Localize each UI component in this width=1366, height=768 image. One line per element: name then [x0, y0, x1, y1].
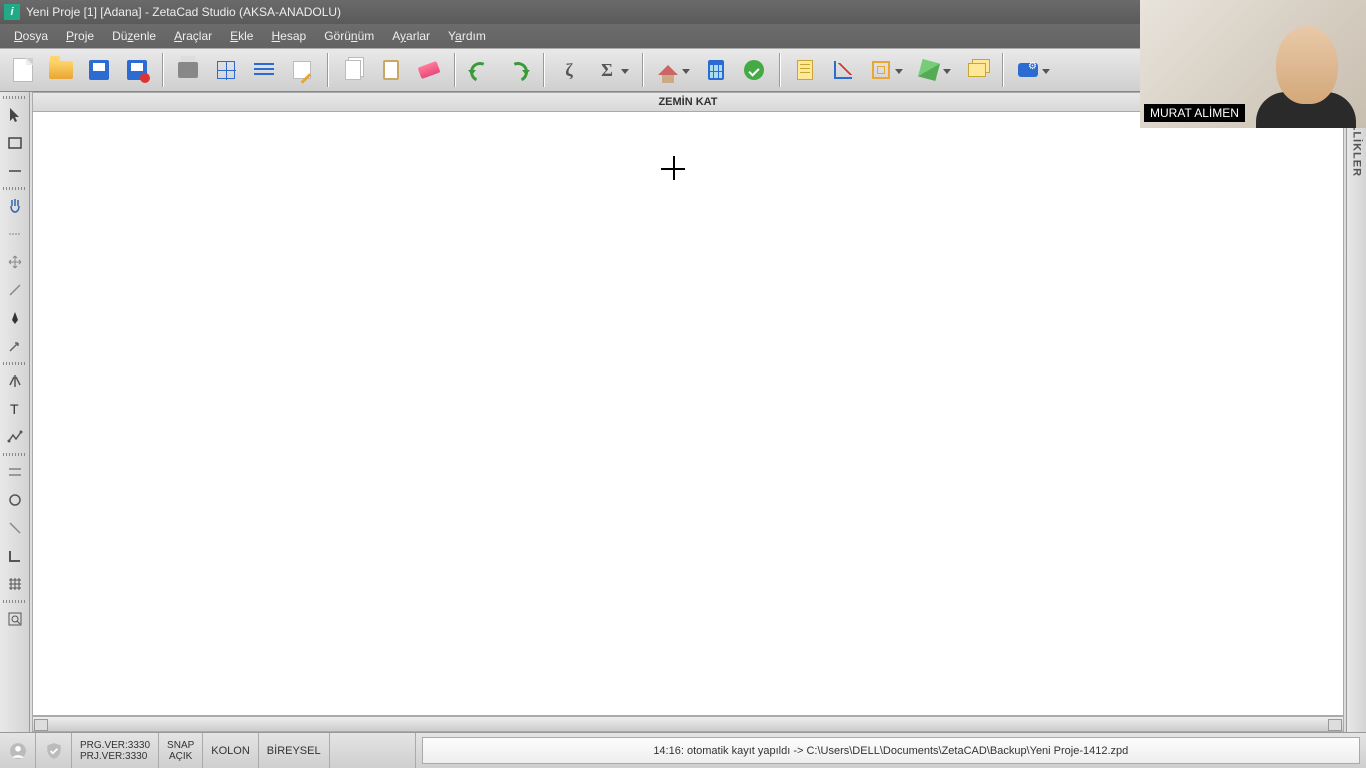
grid-button[interactable] — [209, 53, 243, 87]
rectangle-tool-icon[interactable] — [3, 131, 27, 155]
layers-button[interactable] — [247, 53, 281, 87]
toolbox-button[interactable] — [1011, 53, 1045, 87]
status-bireysel[interactable]: BİREYSEL — [259, 733, 330, 768]
status-snap[interactable]: SNAPAÇIK — [159, 733, 203, 768]
check-button[interactable] — [737, 53, 771, 87]
text-tool-icon[interactable]: T — [3, 397, 27, 421]
copy-button[interactable] — [336, 53, 370, 87]
measure-tool-icon[interactable] — [3, 222, 27, 246]
status-user-icon[interactable] — [0, 733, 36, 768]
erase-button[interactable] — [412, 53, 446, 87]
hatch-tool-icon[interactable] — [3, 572, 27, 596]
status-version: PRG.VER:3330PRJ.VER:3330 — [72, 733, 159, 768]
move-tool-icon[interactable] — [3, 250, 27, 274]
menu-gorunum[interactable]: Görünüm — [316, 27, 382, 45]
windows-button[interactable] — [960, 53, 994, 87]
drawing-canvas[interactable] — [32, 112, 1344, 716]
save-as-button[interactable] — [120, 53, 154, 87]
notes-button[interactable] — [788, 53, 822, 87]
menu-araclar[interactable]: Araçlar — [166, 27, 220, 45]
menu-duzenle[interactable]: Düzenle — [104, 27, 164, 45]
new-button[interactable] — [6, 53, 40, 87]
parallel-tool-icon[interactable] — [3, 460, 27, 484]
window-title: Yeni Proje [1] [Adana] - ZetaCad Studio … — [26, 5, 341, 19]
edit-button[interactable] — [285, 53, 319, 87]
diag2-tool-icon[interactable] — [3, 516, 27, 540]
redo-button[interactable] — [501, 53, 535, 87]
status-bar: PRG.VER:3330PRJ.VER:3330 SNAPAÇIK KOLON … — [0, 732, 1366, 768]
presenter-name: MURAT ALİMEN — [1144, 104, 1245, 122]
zeta-button[interactable]: ζ — [552, 53, 586, 87]
cursor-tool-icon[interactable] — [3, 103, 27, 127]
corner-tool-icon[interactable] — [3, 544, 27, 568]
properties-panel[interactable]: ÖZELLİKLER — [1346, 92, 1366, 732]
calculator-button[interactable] — [699, 53, 733, 87]
mirror-tool-icon[interactable] — [3, 369, 27, 393]
pen-tool-icon[interactable] — [3, 306, 27, 330]
menu-yardim[interactable]: Yardım — [440, 27, 494, 45]
app-icon: i — [4, 4, 20, 20]
status-gap — [330, 733, 416, 768]
webcam-overlay: MURAT ALİMEN — [1140, 0, 1366, 128]
arrow-tool-icon[interactable] — [3, 334, 27, 358]
menu-ayarlar[interactable]: Ayarlar — [384, 27, 438, 45]
sigma-button[interactable]: Σ — [590, 53, 624, 87]
menu-hesap[interactable]: Hesap — [263, 27, 314, 45]
menu-dosya[interactable]: Dosya — [6, 27, 56, 45]
polyline-tool-icon[interactable] — [3, 425, 27, 449]
main-area: T ZEMİN KAT ÖZELLİKLER — [0, 92, 1366, 732]
undo-button[interactable] — [463, 53, 497, 87]
menu-ekle[interactable]: Ekle — [222, 27, 261, 45]
chart-button[interactable] — [826, 53, 860, 87]
save-button[interactable] — [82, 53, 116, 87]
svg-text:T: T — [10, 401, 19, 417]
zoom-region-tool-icon[interactable] — [3, 607, 27, 631]
canvas-area: ZEMİN KAT — [30, 92, 1346, 732]
print-button[interactable] — [171, 53, 205, 87]
circle-tool-icon[interactable] — [3, 488, 27, 512]
3d-button[interactable] — [912, 53, 946, 87]
menu-proje[interactable]: Proje — [58, 27, 102, 45]
frame-button[interactable] — [864, 53, 898, 87]
diag-line-tool-icon[interactable] — [3, 278, 27, 302]
status-kolon[interactable]: KOLON — [203, 733, 259, 768]
horizontal-scrollbar[interactable] — [32, 716, 1344, 732]
status-shield-icon[interactable] — [36, 733, 72, 768]
building-button[interactable] — [651, 53, 685, 87]
left-toolbar: T — [0, 92, 30, 732]
status-message: 14:16: otomatik kayıt yapıldı -> C:\User… — [422, 737, 1360, 764]
line-tool-icon[interactable] — [3, 159, 27, 183]
paste-button[interactable] — [374, 53, 408, 87]
pan-tool-icon[interactable] — [3, 194, 27, 218]
open-button[interactable] — [44, 53, 78, 87]
